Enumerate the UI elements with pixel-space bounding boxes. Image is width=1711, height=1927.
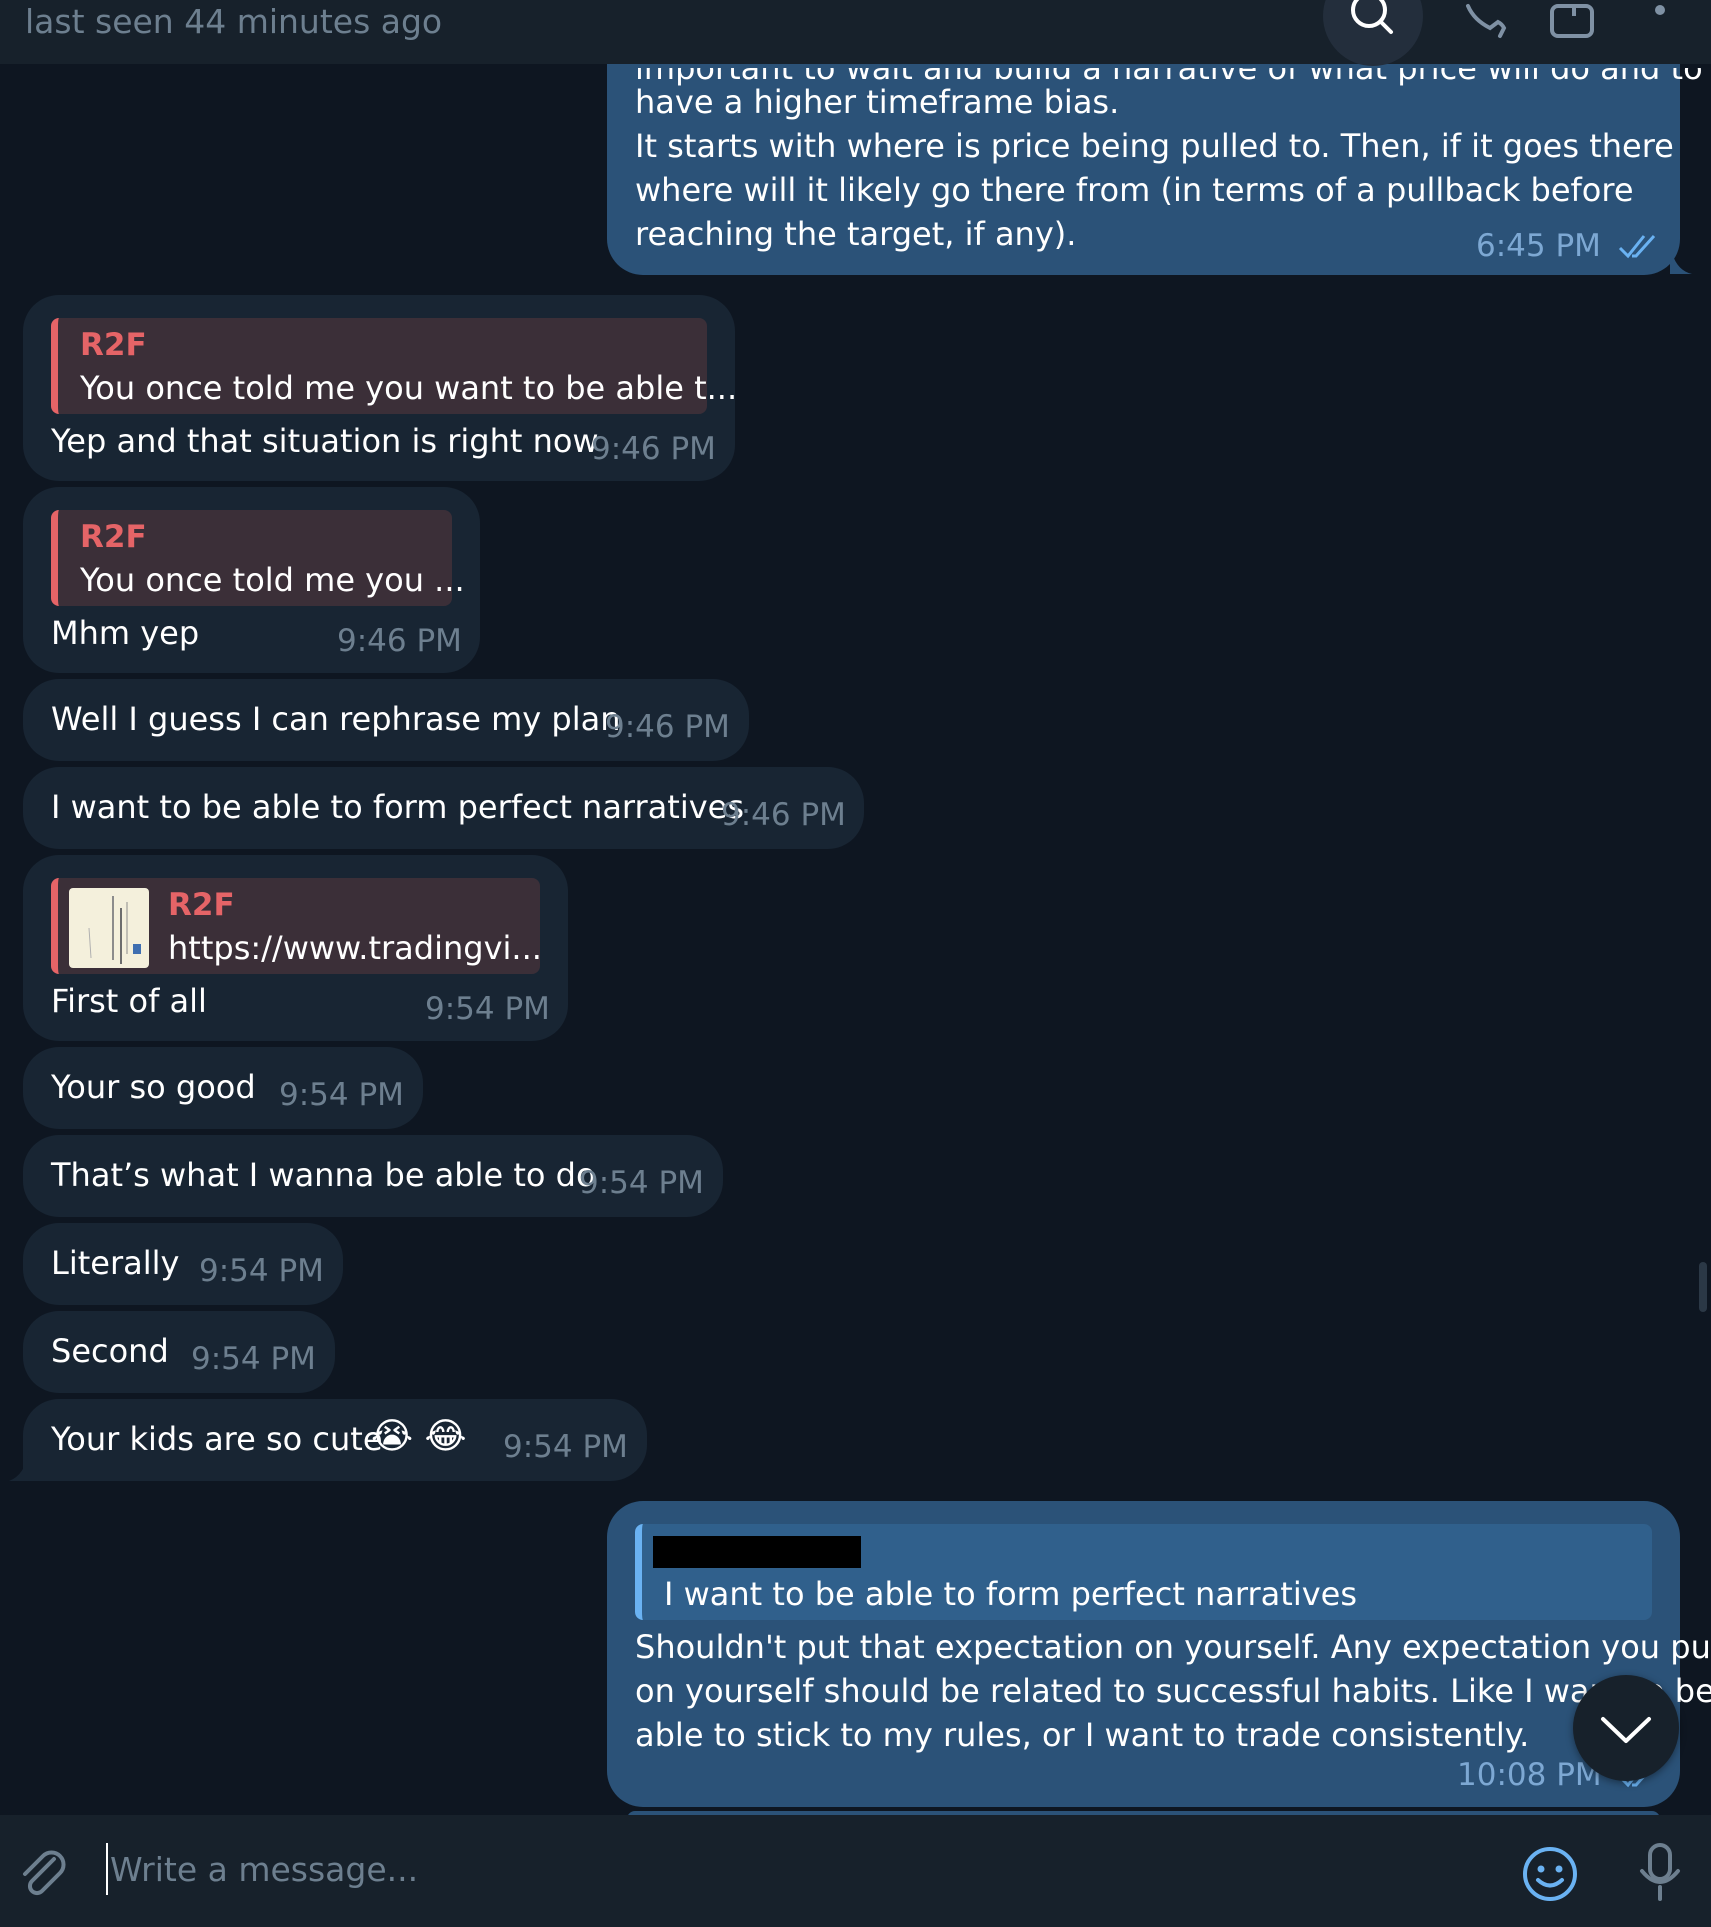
- reply-snippet: You once told me you ...: [80, 561, 465, 599]
- search-icon: [1351, 0, 1393, 34]
- message-bubble-incoming[interactable]: R2F https://www.tradingvi... First of al…: [23, 855, 568, 1041]
- message-bubble-outgoing[interactable]: important to wait and build a narrative …: [607, 34, 1703, 275]
- reply-quote[interactable]: R2F You once told me you ...: [51, 510, 465, 606]
- message-bubble-outgoing[interactable]: I want to be able to form perfect narrat…: [607, 1501, 1711, 1807]
- bubble-tail: [9, 1451, 29, 1481]
- message-composer: Write a message...: [0, 1815, 1711, 1927]
- phone-icon: [1466, 4, 1507, 38]
- message-text: I want to be able to form perfect narrat…: [51, 788, 745, 826]
- reply-quote[interactable]: R2F https://www.tradingvi...: [51, 878, 542, 974]
- message-time: 6:45 PM: [1476, 228, 1601, 264]
- message-bubble-incoming[interactable]: Your so good 9:54 PM: [23, 1047, 423, 1129]
- message-input[interactable]: Write a message...: [110, 1845, 418, 1895]
- double-check-icon: [1618, 234, 1656, 259]
- message-time: 9:54 PM: [279, 1077, 404, 1113]
- search-button[interactable]: [1323, 0, 1423, 66]
- reply-snippet: I want to be able to form perfect narrat…: [664, 1575, 1358, 1613]
- attach-icon[interactable]: [14, 1845, 70, 1901]
- microphone-icon[interactable]: [1631, 1841, 1689, 1903]
- message-text: Mhm yep: [51, 614, 200, 652]
- reply-snippet: https://www.tradingvi...: [168, 929, 542, 967]
- message-bubble-incoming[interactable]: I want to be able to form perfect narrat…: [23, 767, 864, 849]
- call-button[interactable]: [1428, 0, 1528, 66]
- message-time: 9:54 PM: [503, 1429, 628, 1465]
- message-text-line: able to stick to my rules, or I want to …: [635, 1716, 1530, 1754]
- reply-snippet: You once told me you want to be able t..…: [80, 369, 738, 407]
- message-text: Second: [51, 1332, 169, 1370]
- message-time: 9:46 PM: [721, 797, 846, 833]
- message-time: 9:46 PM: [337, 623, 462, 659]
- chart-thumbnail-image: [69, 888, 149, 968]
- scrollbar-thumb[interactable]: [1699, 1262, 1707, 1312]
- more-button[interactable]: [1610, 0, 1710, 66]
- redacted-author-name: [653, 1536, 861, 1568]
- message-bubble-incoming[interactable]: Your kids are so cute 😭 😂 9:54 PM: [23, 1399, 647, 1481]
- message-text: Your kids are so cute: [51, 1420, 383, 1458]
- message-text-line: on yourself should be related to success…: [635, 1672, 1711, 1710]
- message-time: 9:46 PM: [591, 431, 716, 467]
- message-bubble-incoming[interactable]: That’s what I wanna be able to do 9:54 P…: [23, 1135, 723, 1217]
- message-bubble-incoming[interactable]: R2F You once told me you ... Mhm yep 9:4…: [23, 487, 480, 673]
- message-text: Well I guess I can rephrase my plan: [51, 700, 621, 738]
- message-text: Your so good: [51, 1068, 256, 1106]
- chat-header: last seen 44 minutes ago: [0, 0, 1711, 66]
- message-text: That’s what I wanna be able to do: [51, 1156, 596, 1194]
- message-time: 9:54 PM: [579, 1165, 704, 1201]
- message-text-line: where will it likely go there from (in t…: [635, 171, 1634, 209]
- reply-author: R2F: [168, 887, 235, 923]
- emoji-icon[interactable]: [1521, 1845, 1579, 1903]
- reply-author: R2F: [80, 327, 147, 363]
- bubble-tail: [1670, 244, 1692, 274]
- message-time: 9:54 PM: [191, 1341, 316, 1377]
- text-cursor: [106, 1843, 108, 1895]
- message-text-line: have a higher timeframe bias.: [635, 83, 1120, 121]
- sidebar-icon: [1550, 4, 1594, 38]
- message-bubble-incoming[interactable]: Well I guess I can rephrase my plan 9:46…: [23, 679, 749, 761]
- reply-quote[interactable]: R2F You once told me you want to be able…: [51, 318, 737, 414]
- chat-window: last seen 44 minutes ago important to wa…: [0, 0, 1711, 1927]
- message-bubble-incoming[interactable]: R2F You once told me you want to be able…: [23, 295, 737, 481]
- message-bubble-incoming[interactable]: Literally 9:54 PM: [23, 1223, 343, 1305]
- message-bubble-incoming[interactable]: Second 9:54 PM: [23, 1311, 335, 1393]
- message-time: 9:54 PM: [425, 991, 550, 1027]
- sidebar-toggle-button[interactable]: [1522, 0, 1622, 66]
- more-icon: [1655, 5, 1665, 15]
- message-time: 9:54 PM: [199, 1253, 324, 1289]
- reply-quote[interactable]: I want to be able to form perfect narrat…: [635, 1524, 1652, 1620]
- scroll-to-bottom-button[interactable]: [1573, 1675, 1679, 1781]
- message-text: Yep and that situation is right now: [51, 422, 599, 460]
- reply-author: R2F: [80, 519, 147, 555]
- message-time: 9:46 PM: [605, 709, 730, 745]
- message-text-line: reaching the target, if any).: [635, 215, 1077, 253]
- message-text: First of all: [51, 982, 207, 1020]
- chevron-down-icon: [1601, 1717, 1651, 1743]
- emoji-crying-laughing: 😭 😂: [371, 1416, 467, 1457]
- message-text: Literally: [51, 1244, 180, 1282]
- message-text-line: Shouldn't put that expectation on yourse…: [635, 1628, 1711, 1666]
- message-text-line: It starts with where is price being pull…: [635, 127, 1674, 165]
- last-seen-status: last seen 44 minutes ago: [25, 2, 443, 41]
